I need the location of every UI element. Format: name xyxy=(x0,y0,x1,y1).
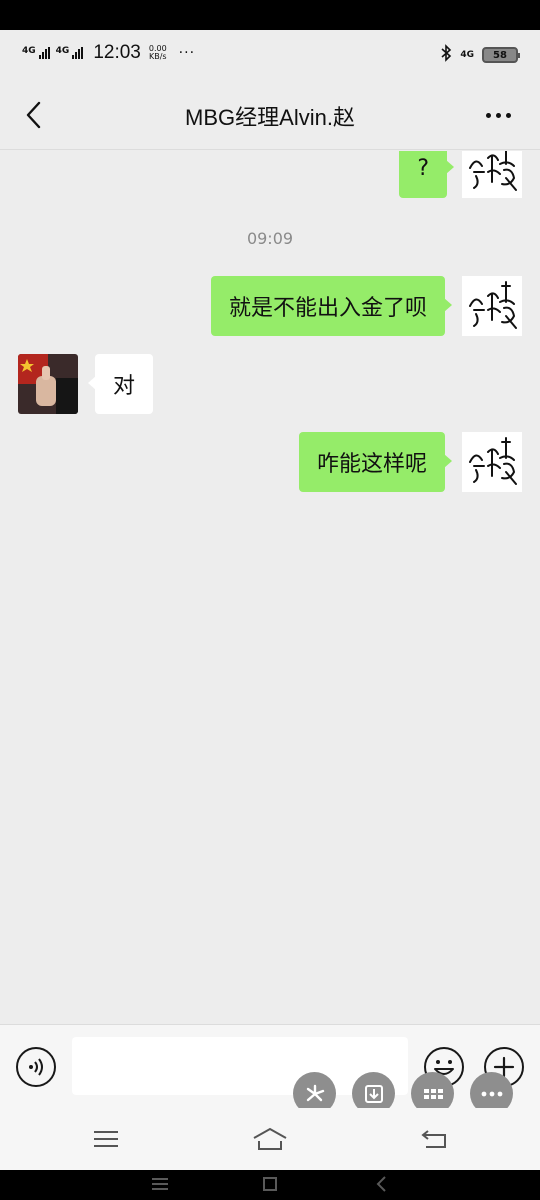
menu-button[interactable] xyxy=(86,1124,126,1154)
bottom-black-strip xyxy=(0,1170,540,1200)
signal-bars-2-icon xyxy=(72,47,84,59)
message-text: 就是不能出入金了呗 xyxy=(228,296,427,321)
system-nav-bar xyxy=(0,1108,540,1170)
home-icon xyxy=(253,1127,287,1150)
net-speed: 0.00 KB/s xyxy=(149,45,167,61)
download-icon xyxy=(364,1084,383,1103)
network-type-1: 4G xyxy=(22,46,36,56)
my-avatar[interactable] xyxy=(462,151,522,198)
status-left: 4G 4G 12:03 0.00 KB/s ··· xyxy=(22,42,195,64)
message-text: ? xyxy=(417,155,429,181)
bluetooth-icon xyxy=(440,44,452,66)
message-row: ? xyxy=(0,151,540,198)
ghost-back-icon xyxy=(376,1176,386,1192)
network-type-right: 4G xyxy=(460,50,474,60)
return-icon xyxy=(421,1130,446,1148)
signal-1: 4G xyxy=(22,47,50,59)
calligraphy-avatar-icon xyxy=(462,432,522,492)
input-bar xyxy=(0,1024,540,1108)
message-bubble-contact[interactable]: 对 xyxy=(87,354,154,414)
signal-2: 4G xyxy=(56,47,84,59)
message-timestamp: 09:09 xyxy=(246,229,294,248)
message-text: 咋能这样呢 xyxy=(316,452,427,477)
my-avatar[interactable] xyxy=(462,432,522,492)
net-speed-unit: KB/s xyxy=(148,52,167,61)
grid-apps-icon xyxy=(423,1088,443,1099)
top-black-strip xyxy=(0,0,540,30)
voice-icon xyxy=(29,1058,43,1076)
thumbs-up-flag-avatar-icon xyxy=(18,354,78,414)
message-text: 对 xyxy=(113,374,136,399)
my-avatar[interactable] xyxy=(462,276,522,336)
return-button[interactable] xyxy=(414,1124,454,1154)
menu-icon xyxy=(94,1131,118,1147)
more-dot xyxy=(485,112,491,118)
calligraphy-avatar-icon xyxy=(462,276,522,336)
voice-button[interactable] xyxy=(16,1047,56,1087)
message-row: 咋能这样呢 xyxy=(0,432,540,492)
network-type-2: 4G xyxy=(55,46,70,56)
status-more-icon: ··· xyxy=(178,45,196,61)
chat-title: MBG经理Alvin.赵 xyxy=(185,105,355,130)
more-dot xyxy=(505,112,511,118)
message-list[interactable]: ? 09:09 就是不能出入金了呗 对 咋能这样呢 xyxy=(0,151,540,1024)
message-row: 对 xyxy=(0,354,540,414)
message-bubble-mine[interactable]: ? xyxy=(399,151,454,198)
home-button[interactable] xyxy=(250,1124,290,1154)
more-button[interactable] xyxy=(478,100,518,130)
message-bubble-mine[interactable]: 咋能这样呢 xyxy=(298,432,453,492)
signal-bars-1-icon xyxy=(38,47,50,59)
battery-level: 58 xyxy=(493,49,507,61)
status-bar: 4G 4G 12:03 0.00 KB/s ··· 4G 58 xyxy=(0,30,540,80)
contact-avatar[interactable] xyxy=(18,354,78,414)
message-bubble-mine[interactable]: 就是不能出入金了呗 xyxy=(210,276,453,336)
more-horizontal-icon xyxy=(481,1091,502,1096)
message-row: 就是不能出入金了呗 xyxy=(0,276,540,336)
clock: 12:03 xyxy=(93,42,141,63)
pinwheel-icon xyxy=(306,1084,324,1101)
status-right: 4G 58 xyxy=(440,44,520,66)
chat-header: MBG经理Alvin.赵 xyxy=(0,80,540,150)
more-dot xyxy=(495,112,501,118)
battery-icon: 58 xyxy=(482,47,520,63)
calligraphy-avatar-icon xyxy=(462,151,522,198)
ghost-home-icon xyxy=(263,1177,277,1191)
ghost-menu-icon xyxy=(152,1178,168,1190)
